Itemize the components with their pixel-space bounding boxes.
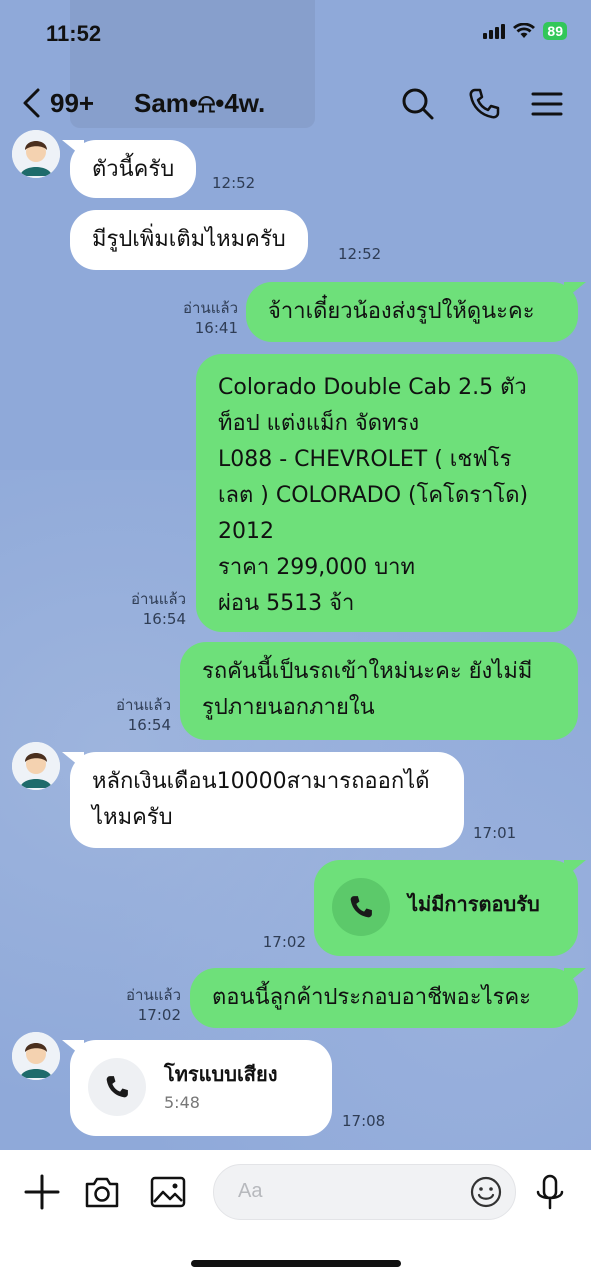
message-line: หลักเงินเดือน10000สามารถออกได้	[92, 769, 430, 794]
chevron-left-icon	[23, 88, 40, 118]
message-text: ตัวนี้ครับ	[92, 157, 175, 182]
camera-icon	[85, 1177, 119, 1208]
call-duration: 5:48	[164, 1093, 200, 1112]
message-line: ท็อป แต่งแม็ก จัดทรง	[218, 411, 420, 436]
search-button[interactable]	[400, 86, 436, 122]
message-line: ราคา 299,000 บาท	[218, 555, 416, 580]
menu-icon	[531, 92, 563, 116]
read-receipt: อ่านแล้ว	[183, 299, 238, 317]
add-button[interactable]	[22, 1172, 62, 1212]
message-bubble[interactable]: Colorado Double Cab 2.5 ตัว ท็อป แต่งแม็…	[196, 354, 578, 632]
message-line: รูปภายนอกภายใน	[202, 695, 375, 720]
missed-call-label: ไม่มีการตอบรับ	[408, 892, 540, 916]
voice-call-bubble[interactable]: โทรแบบเสียง 5:48	[70, 1040, 332, 1136]
input-placeholder: Aa	[238, 1180, 263, 1202]
call-title: โทรแบบเสียง	[164, 1062, 278, 1086]
message-text: ตอนนี้ลูกค้าประกอบอาชีพอะไรคะ	[212, 985, 531, 1010]
message-bubble[interactable]: ตอนนี้ลูกค้าประกอบอาชีพอะไรคะ	[190, 968, 578, 1028]
phone-icon	[350, 896, 372, 918]
message-bubble[interactable]: รถคันนี้เป็นรถเข้าใหม่นะคะ ยังไม่มี รูปภ…	[180, 642, 578, 740]
home-indicator	[191, 1260, 401, 1267]
avatar[interactable]	[12, 742, 60, 790]
menu-button[interactable]	[529, 86, 565, 122]
phone-icon	[469, 88, 500, 119]
voice-button[interactable]	[530, 1172, 570, 1212]
chat-title[interactable]: Sam•⍾•4w.	[134, 88, 265, 120]
message-line: Colorado Double Cab 2.5 ตัว	[218, 375, 527, 400]
message-line: L088 - CHEVROLET ( เชฟโร	[218, 447, 512, 472]
message-time: 16:54	[127, 716, 171, 734]
missed-call-bubble[interactable]: ไม่มีการตอบรับ	[314, 860, 578, 956]
composer-bar: Aa	[0, 1150, 591, 1280]
battery-indicator: 89	[543, 22, 567, 40]
search-icon	[402, 88, 434, 120]
back-button[interactable]	[20, 86, 42, 126]
message-time: 12:52	[338, 245, 382, 263]
message-time: 17:01	[473, 824, 517, 842]
message-meta: อ่านแล้ว 17:02	[103, 985, 181, 1025]
message-bubble[interactable]: ตัวนี้ครับ	[70, 140, 197, 198]
avatar[interactable]	[12, 1032, 60, 1080]
message-time: 12:52	[212, 174, 256, 192]
message-line: รถคันนี้เป็นรถเข้าใหม่นะคะ ยังไม่มี	[202, 659, 533, 684]
read-receipt: อ่านแล้ว	[131, 590, 186, 608]
message-time: 16:54	[142, 610, 186, 628]
image-icon	[150, 1176, 186, 1208]
read-receipt: อ่านแล้ว	[116, 696, 171, 714]
phone-icon	[106, 1076, 128, 1098]
wifi-icon	[513, 23, 536, 38]
message-time: 16:41	[194, 319, 238, 337]
avatar[interactable]	[12, 130, 60, 178]
avatar-image	[12, 1032, 60, 1080]
message-meta: อ่านแล้ว 16:54	[93, 695, 171, 735]
message-line: เลต ) COLORADO (โคโดราโด)	[218, 483, 529, 508]
message-time: 17:02	[262, 933, 306, 951]
chat-header: 99+ Sam•⍾•4w.	[0, 80, 591, 132]
message-text: มีรูปเพิ่มเติมไหมครับ	[92, 227, 286, 252]
avatar-image	[12, 130, 60, 178]
plus-icon	[24, 1174, 60, 1210]
message-line: 2012	[218, 519, 274, 544]
message-meta: อ่านแล้ว 16:41	[160, 298, 238, 338]
message-bubble[interactable]: หลักเงินเดือน10000สามารถออกได้ ไหมครับ	[70, 752, 464, 848]
microphone-icon	[536, 1174, 564, 1210]
avatar-image	[12, 742, 60, 790]
message-input[interactable]: Aa	[213, 1164, 516, 1220]
message-meta: อ่านแล้ว 16:54	[108, 589, 186, 629]
status-icons: 89	[483, 22, 567, 40]
message-time: 17:02	[137, 1006, 181, 1024]
signal-icon	[483, 23, 506, 39]
message-text: จ้าาเดี๋ยวน้องส่งรูปให้ดูนะคะ	[268, 299, 535, 324]
call-icon-circle	[88, 1058, 146, 1116]
message-time: 17:08	[342, 1112, 386, 1130]
read-receipt: อ่านแล้ว	[126, 986, 181, 1004]
status-time: 11:52	[46, 21, 102, 46]
call-button[interactable]	[466, 86, 502, 122]
call-icon-circle	[332, 878, 390, 936]
emoji-icon[interactable]	[469, 1175, 503, 1209]
message-bubble[interactable]: จ้าาเดี๋ยวน้องส่งรูปให้ดูนะคะ	[246, 282, 578, 342]
gallery-button[interactable]	[148, 1172, 188, 1212]
message-line: ผ่อน 5513 จ้า	[218, 591, 355, 616]
message-bubble[interactable]: มีรูปเพิ่มเติมไหมครับ	[70, 210, 308, 270]
camera-button[interactable]	[82, 1172, 122, 1212]
unread-count[interactable]: 99+	[50, 88, 94, 119]
message-line: ไหมครับ	[92, 805, 173, 830]
